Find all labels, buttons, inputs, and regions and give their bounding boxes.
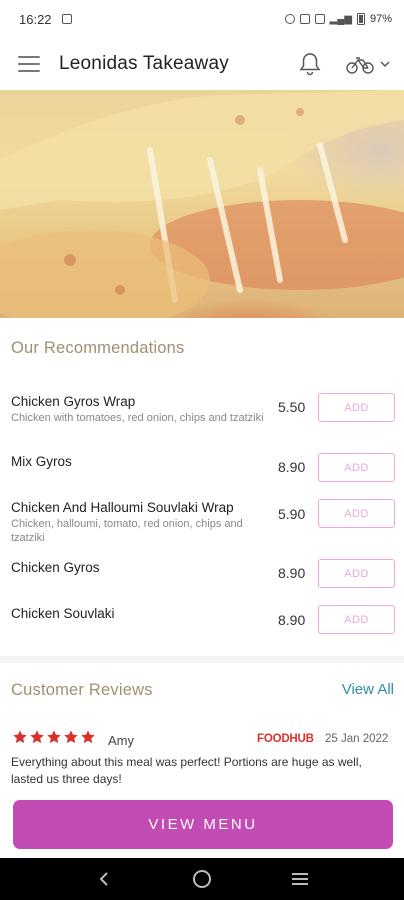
status-bar: 16:22 ▂▄▆ 97%: [0, 0, 404, 38]
battery-icon: [356, 13, 365, 25]
back-button[interactable]: [91, 866, 117, 892]
wifi-icon: [314, 14, 325, 24]
star-icon: [64, 730, 78, 744]
network-icon: [299, 14, 310, 24]
item-name: Mix Gyros: [11, 454, 72, 469]
star-icon: [13, 730, 27, 744]
alarm-icon: [284, 14, 295, 24]
signal-icon: ▂▄▆: [329, 13, 352, 25]
item-name: Chicken And Halloumi Souvlaki Wrap: [11, 500, 234, 515]
recommendations-heading: Our Recommendations: [11, 339, 185, 357]
item-name: Chicken Gyros: [11, 560, 100, 575]
item-description: Chicken with tomatoes, red onion, chips …: [11, 412, 264, 424]
star-icon: [81, 730, 95, 744]
item-price: 5.90: [278, 506, 306, 522]
review-date: 25 Jan 2022: [325, 733, 389, 745]
bicycle-icon: [346, 57, 374, 74]
notification-icon: [61, 14, 72, 24]
item-description: Chicken, halloumi, tomato, red onion, ch…: [11, 518, 243, 544]
review-author: Amy: [108, 733, 134, 748]
chevron-down-icon: [380, 61, 390, 68]
item-name: Chicken Gyros Wrap: [11, 394, 136, 409]
app-bar: Leonidas Takeaway: [0, 38, 404, 90]
add-button[interactable]: ADD: [318, 499, 395, 528]
star-rating: [12, 729, 96, 745]
home-icon: [193, 870, 211, 888]
delivery-mode-selector[interactable]: [346, 53, 390, 75]
recents-icon: [292, 873, 308, 885]
add-button[interactable]: ADD: [318, 393, 395, 422]
item-name: Chicken Souvlaki: [11, 606, 115, 621]
add-button[interactable]: ADD: [318, 559, 395, 588]
item-price: 8.90: [278, 612, 306, 628]
add-button[interactable]: ADD: [318, 605, 395, 634]
menu-icon[interactable]: [18, 56, 40, 72]
home-button[interactable]: [189, 866, 215, 892]
item-price: 8.90: [278, 565, 306, 581]
battery-level: 97%: [369, 13, 392, 25]
item-price: 5.50: [278, 399, 306, 415]
status-time: 16:22: [19, 11, 52, 27]
star-icon: [30, 730, 44, 744]
page-title: Leonidas Takeaway: [59, 53, 229, 74]
recents-button[interactable]: [287, 866, 313, 892]
star-icon: [47, 730, 61, 744]
reviews-heading: Customer Reviews: [11, 681, 153, 699]
section-divider: [0, 656, 404, 663]
hero-pizza-image: [0, 90, 404, 318]
add-button[interactable]: ADD: [318, 453, 395, 482]
back-icon: [99, 872, 108, 886]
item-price: 8.90: [278, 459, 306, 475]
notification-bell-icon[interactable]: [298, 51, 322, 77]
review-source-logo: FOODHUB: [257, 733, 314, 745]
system-nav-bar: [0, 858, 404, 900]
view-all-reviews-link[interactable]: View All: [342, 681, 394, 698]
review-text: Everything about this meal was perfect! …: [11, 755, 362, 786]
view-menu-button[interactable]: VIEW MENU: [13, 800, 393, 849]
